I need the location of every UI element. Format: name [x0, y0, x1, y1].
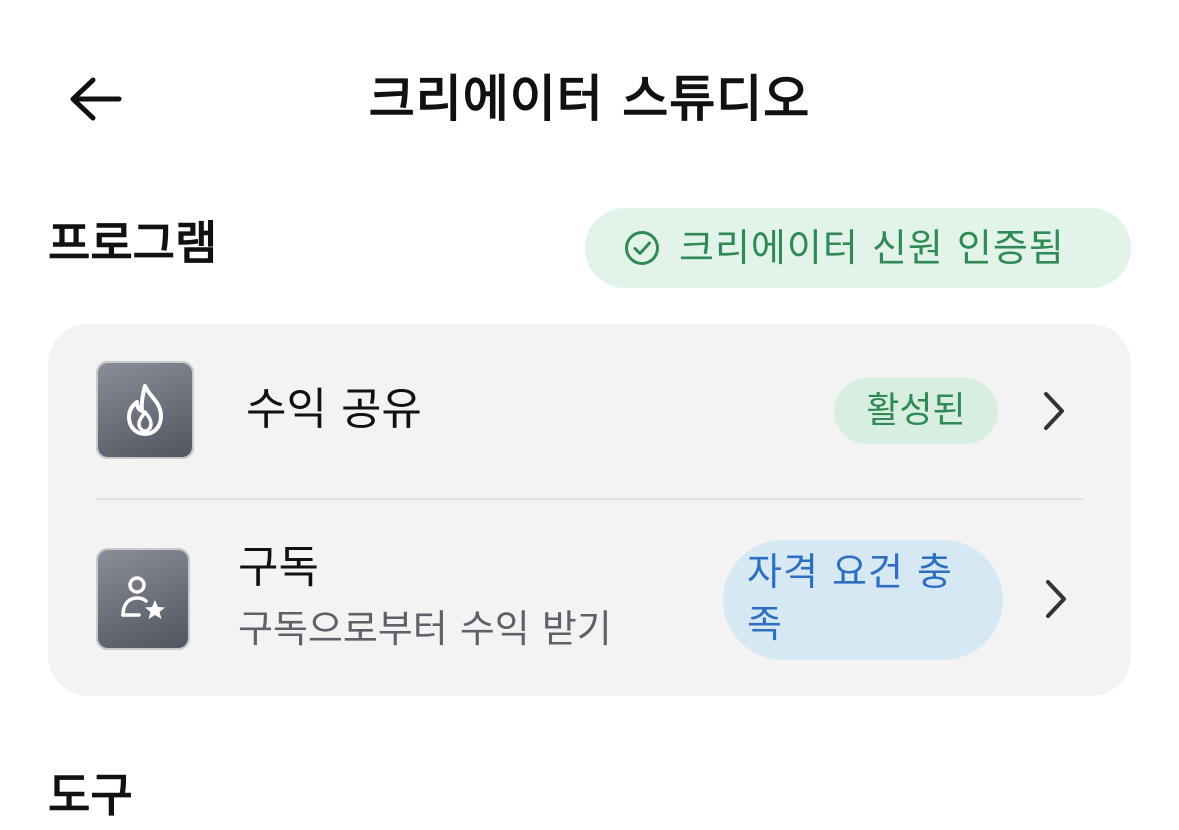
- section-title-tools: 도구: [48, 768, 133, 822]
- verified-badge: 크리에이터 신원 인증됨: [585, 208, 1131, 288]
- divider: [96, 498, 1083, 500]
- check-circle-icon: [623, 229, 661, 267]
- chevron-right-icon[interactable]: [1036, 574, 1076, 624]
- user-star-icon: [96, 548, 190, 650]
- chevron-right-icon[interactable]: [1034, 386, 1074, 436]
- flame-icon: [96, 361, 194, 459]
- page-title: 크리에이터 스튜디오: [368, 70, 811, 128]
- status-badge-eligible: 자격 요건 충족: [723, 540, 1003, 660]
- header: 크리에이터 스튜디오: [0, 0, 1179, 200]
- programs-card: 수익 공유 활성된 구독 구독으로부터 수익 받기 자격 요건 충족: [48, 324, 1131, 696]
- status-badge-active: 활성된: [834, 378, 998, 444]
- section-title-programs: 프로그램: [48, 216, 218, 270]
- verified-badge-label: 크리에이터 신원 인증됨: [679, 226, 1065, 270]
- subscription-title[interactable]: 구독: [238, 538, 319, 598]
- revenue-share-title[interactable]: 수익 공유: [246, 380, 422, 440]
- subscription-subtitle: 구독으로부터 수익 받기: [238, 607, 612, 651]
